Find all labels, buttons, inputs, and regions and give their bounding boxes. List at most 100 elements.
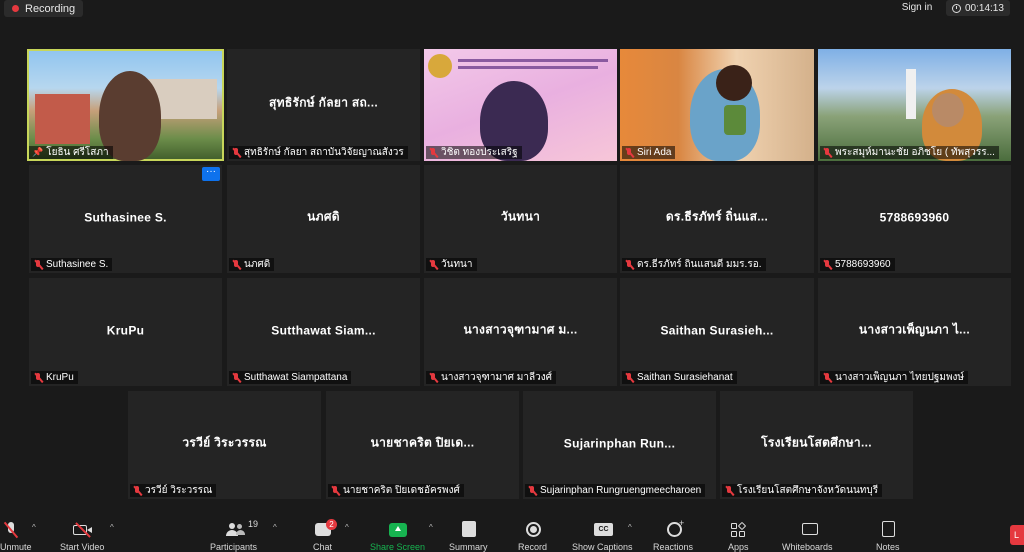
mic-off-icon: [429, 147, 438, 158]
participant-center-name: นายชาคริต ปิยเด...: [370, 435, 475, 450]
end-meeting-button[interactable]: L: [1010, 525, 1024, 545]
participant-tile[interactable]: KruPu KruPu: [29, 278, 222, 386]
video-tile[interactable]: พระสมุห์มานะชัย อภิชโย ( ทัพสุวรร...: [818, 49, 1011, 161]
participant-tile[interactable]: สุทธิรักษ์ กัลยา สถ... สุทธิรักษ์ กัลยา …: [227, 49, 420, 161]
add-reaction-plus-icon: +: [679, 518, 685, 528]
share-screen-icon[interactable]: [389, 523, 407, 537]
mic-off-icon: [429, 372, 438, 383]
video-tile[interactable]: 📌 โยธิน ศรีโสภา: [27, 49, 224, 161]
temple-image: [906, 69, 916, 119]
participant-tile[interactable]: โรงเรียนโสตศึกษา... โรงเรียนโสตศึกษาจังห…: [720, 391, 913, 499]
mic-off-icon: [232, 259, 241, 270]
participant-name-label: วันทนา: [426, 258, 477, 271]
video-options-caret[interactable]: ^: [110, 523, 118, 532]
participant-tile[interactable]: ··· Suthasinee S. Suthasinee S.: [29, 165, 222, 273]
recording-label: Recording: [25, 2, 76, 15]
participant-tile[interactable]: วันทนา วันทนา: [424, 165, 617, 273]
apps-icon[interactable]: [731, 521, 747, 537]
participant-name-label: สุทธิรักษ์ กัลยา สถาบันวิจัยญาณสังวร: [229, 146, 408, 159]
more-options-button[interactable]: ···: [202, 167, 220, 181]
mic-off-icon: [823, 147, 832, 158]
participant-name-label: นางสาวเพ็ญนภา ไทยปฐมพงษ์: [820, 371, 969, 384]
participants-icon[interactable]: [226, 523, 246, 537]
participants-options-caret[interactable]: ^: [273, 523, 281, 532]
video-tile[interactable]: วิชิต ทองประเสริฐ: [424, 49, 617, 161]
participant-tile[interactable]: นายชาคริต ปิยเด... นายชาคริต ปิยเดชอัครพ…: [326, 391, 519, 499]
chat-options-caret[interactable]: ^: [345, 523, 353, 532]
participant-name-label: Sutthawat Siampattana: [229, 371, 352, 384]
participant-center-name: โรงเรียนโสตศึกษา...: [761, 435, 872, 450]
participant-center-name: 5788693960: [879, 210, 950, 225]
mic-off-icon: [34, 259, 43, 270]
participant-name-label: Suthasinee S.: [31, 258, 113, 271]
participant-name-label: โรงเรียนโสตศึกษาจังหวัดนนทบุรี: [722, 484, 883, 497]
sign-in-button[interactable]: Sign in: [893, 1, 941, 15]
participant-tile[interactable]: นภศดิ นภศดิ: [227, 165, 420, 273]
participant-name-label: วรวีย์ วิระวรรณ: [130, 484, 217, 497]
reactions-button[interactable]: Reactions: [653, 542, 693, 552]
meeting-timer[interactable]: 00:14:13: [946, 0, 1010, 16]
timer-value: 00:14:13: [965, 2, 1004, 14]
mic-off-icon: [625, 259, 634, 270]
whiteboard-icon[interactable]: [802, 523, 818, 535]
participant-name-label: นางสาวจุฑามาศ มาลีวงศ์: [426, 371, 556, 384]
mic-off-icon: [429, 259, 438, 270]
participant-tile[interactable]: 5788693960 5788693960: [818, 165, 1011, 273]
participant-tile[interactable]: Sujarinphan Run... Sujarinphan Rungrueng…: [523, 391, 716, 499]
mic-off-icon: [232, 372, 241, 383]
unmute-button[interactable]: Unmute: [0, 542, 32, 552]
recording-indicator[interactable]: Recording: [4, 0, 84, 17]
mic-off-icon: [331, 485, 340, 496]
mic-off-icon: [823, 372, 832, 383]
participant-center-name: นางสาวจุฑามาศ ม...: [463, 322, 578, 337]
participant-tile[interactable]: นางสาวเพ็ญนภา ไ... นางสาวเพ็ญนภา ไทยปฐมพ…: [818, 278, 1011, 386]
apps-button[interactable]: Apps: [728, 542, 749, 552]
whiteboards-button[interactable]: Whiteboards: [782, 542, 833, 552]
participant-center-name: Sujarinphan Run...: [563, 436, 676, 451]
mic-off-icon: [34, 372, 43, 383]
video-off-icon[interactable]: [73, 522, 93, 538]
start-video-button[interactable]: Start Video: [60, 542, 104, 552]
video-tile[interactable]: Siri Ada: [620, 49, 814, 161]
zoom-meeting-window: Recording Sign in 00:14:13 📌 โยธิน ศรีโส…: [0, 0, 1024, 552]
participant-center-name: นภศดิ: [307, 209, 340, 224]
banner-text-line: [458, 59, 608, 62]
participants-button[interactable]: Participants: [210, 542, 257, 552]
participant-name-label: Siri Ada: [622, 146, 676, 159]
participant-center-name: สุทธิรักษ์ กัลยา สถ...: [269, 95, 378, 110]
record-button[interactable]: Record: [518, 542, 547, 552]
summary-button[interactable]: Summary: [449, 542, 488, 552]
notes-icon[interactable]: [882, 521, 895, 537]
participant-tile[interactable]: Saithan Surasieh... Saithan Surasiehanat: [620, 278, 814, 386]
notes-button[interactable]: Notes: [876, 542, 900, 552]
captions-options-caret[interactable]: ^: [628, 523, 636, 532]
mic-off-icon[interactable]: [3, 521, 19, 539]
participant-center-name: วันทนา: [500, 209, 541, 224]
participant-name-label: ดร.ธีรภัทร์ ถิ่นแสนดี มมร.รอ.: [622, 258, 766, 271]
mic-off-icon: [625, 372, 634, 383]
participant-center-name: Sutthawat Siam...: [271, 323, 376, 338]
mic-off-icon: [823, 259, 832, 270]
participant-name-label: 📌 โยธิน ศรีโสภา: [29, 146, 113, 159]
banner-text-line: [458, 66, 598, 69]
mic-off-icon: [625, 147, 634, 158]
participant-center-name: Saithan Surasieh...: [660, 323, 774, 338]
participant-center-name: ดร.ธีรภัทร์ ถิ่นแส...: [665, 209, 769, 224]
clock-icon: [952, 3, 961, 13]
recording-dot-icon: [12, 5, 19, 12]
show-captions-button[interactable]: Show Captions: [572, 542, 633, 552]
record-icon[interactable]: [526, 522, 541, 537]
participant-tile[interactable]: นางสาวจุฑามาศ ม... นางสาวจุฑามาศ มาลีวงศ…: [424, 278, 617, 386]
share-options-caret[interactable]: ^: [429, 523, 437, 532]
share-screen-button[interactable]: Share Screen: [370, 542, 425, 552]
captions-icon[interactable]: CC: [594, 523, 613, 536]
chat-button[interactable]: Chat: [313, 542, 332, 552]
participant-tile[interactable]: วรวีย์ วิระวรรณ วรวีย์ วิระวรรณ: [128, 391, 321, 499]
unmute-options-caret[interactable]: ^: [32, 523, 40, 532]
summary-icon[interactable]: [462, 521, 476, 537]
participant-tile[interactable]: ดร.ธีรภัทร์ ถิ่นแส... ดร.ธีรภัทร์ ถิ่นแส…: [620, 165, 814, 273]
participant-name-label: นภศดิ: [229, 258, 275, 271]
participant-tile[interactable]: Sutthawat Siam... Sutthawat Siampattana: [227, 278, 420, 386]
meeting-toolbar: ^ Unmute ^ Start Video 19 ^ Participants…: [0, 515, 1024, 552]
participant-name-label: Saithan Surasiehanat: [622, 371, 737, 384]
